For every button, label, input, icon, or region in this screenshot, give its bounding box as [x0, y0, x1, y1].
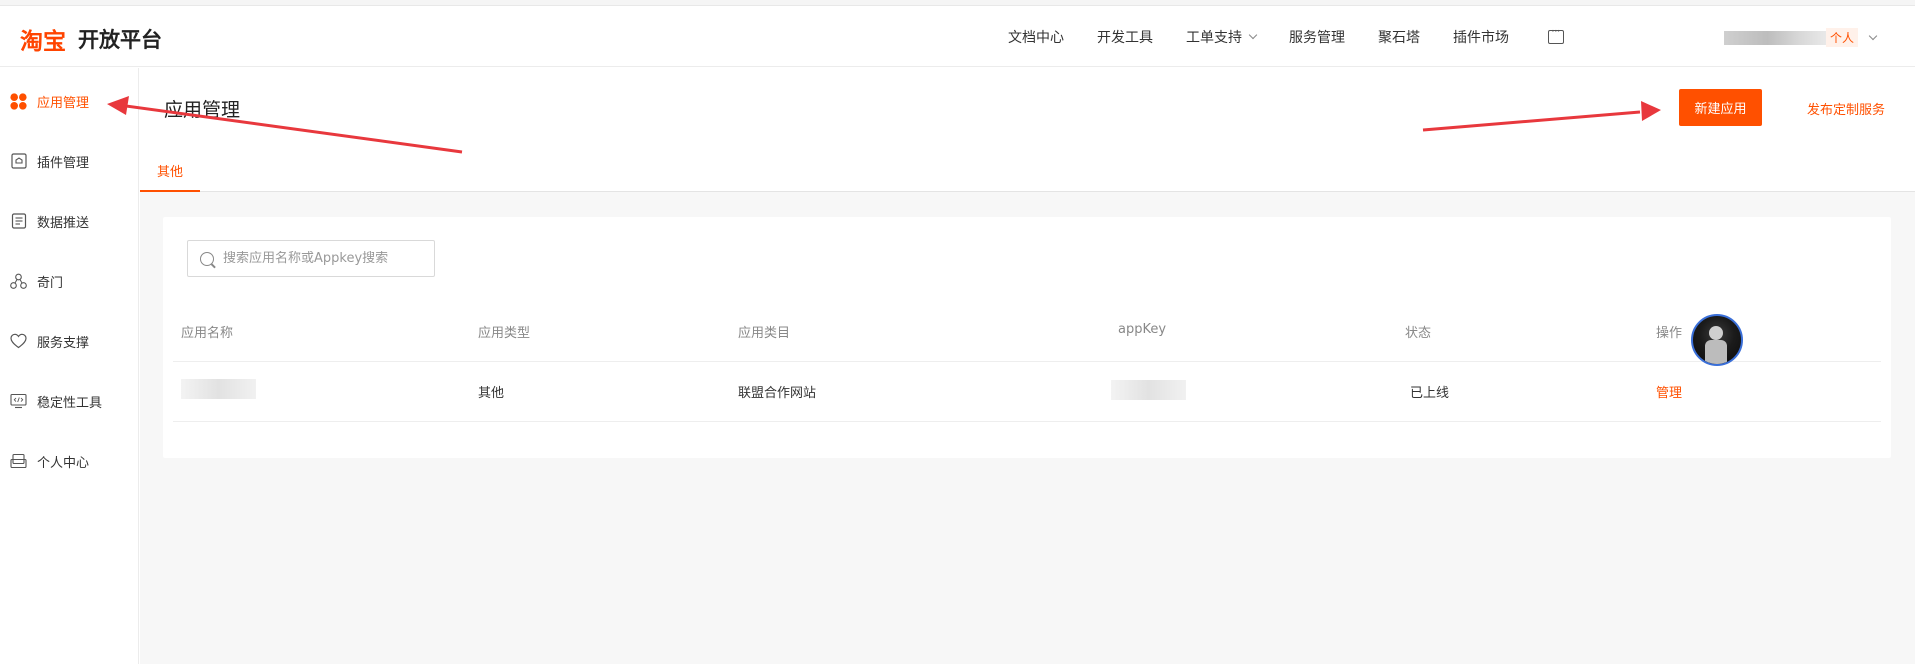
qimen-icon [10, 273, 27, 290]
sidebar-item-label: 数据推送 [37, 215, 90, 231]
nav-label: 聚石塔 [1378, 30, 1420, 46]
nav-plugin-market[interactable]: 插件市场 [1453, 27, 1509, 47]
sidebar-item-label: 奇门 [37, 275, 64, 291]
column-header-app-type: 应用类型 [478, 326, 531, 341]
search-icon [200, 251, 214, 266]
sidebar-item-qimen[interactable]: 奇门 [0, 266, 139, 296]
table-divider [173, 421, 1881, 422]
table-divider [173, 361, 1881, 362]
appkey-redacted [1111, 380, 1186, 400]
sidebar-item-plugin-management[interactable]: 插件管理 [0, 146, 139, 176]
message-icon[interactable] [1548, 24, 1564, 44]
cell-status: 已上线 [1410, 386, 1450, 401]
column-header-actions: 操作 [1656, 326, 1683, 341]
nav-label: 开发工具 [1097, 30, 1153, 46]
nav-label: 插件市场 [1453, 30, 1509, 46]
manage-link[interactable]: 管理 [1656, 382, 1682, 401]
new-app-button[interactable]: 新建应用 [1679, 89, 1762, 126]
column-header-app-category: 应用类目 [738, 326, 791, 341]
chevron-down-icon [1248, 30, 1258, 40]
tab-other[interactable]: 其他 [140, 159, 200, 192]
nav-label: 文档中心 [1008, 30, 1064, 46]
page-title: 应用管理 [164, 99, 241, 121]
nav-label: 服务管理 [1289, 30, 1345, 46]
sidebar-item-label: 个人中心 [37, 455, 90, 471]
nav-service-management[interactable]: 服务管理 [1289, 27, 1345, 47]
taobao-logo-mark: 淘宝 [20, 29, 66, 55]
sidebar-item-app-management[interactable]: 应用管理 [0, 86, 139, 116]
app-list-card: 应用名称 应用类型 应用类目 appKey 状态 操作 其他 联盟合作网站 已上… [163, 217, 1891, 458]
publish-custom-service-link[interactable]: 发布定制服务 [1807, 99, 1885, 118]
sidebar: 应用管理 插件管理 数据推送 奇门 服务支撑 稳定性工具 个人中心 [0, 68, 139, 664]
floating-avatar[interactable] [1691, 314, 1743, 366]
nav-dev-tools[interactable]: 开发工具 [1097, 27, 1153, 47]
nav-jushita[interactable]: 聚石塔 [1378, 27, 1420, 47]
sidebar-item-label: 应用管理 [37, 95, 90, 111]
cell-app-type: 其他 [478, 386, 505, 401]
logo[interactable]: 淘宝 开放平台 [20, 22, 162, 56]
account-type-badge: 个人 [1826, 28, 1859, 47]
sidebar-item-label: 插件管理 [37, 155, 90, 171]
sidebar-item-label: 稳定性工具 [37, 395, 103, 411]
column-header-status: 状态 [1405, 326, 1432, 341]
search-box[interactable] [187, 240, 435, 277]
chevron-down-icon [1868, 31, 1878, 40]
column-header-appkey: appKey [1118, 322, 1167, 337]
main-content: 应用管理 新建应用 发布定制服务 其他 应用名称 应用类型 应用类目 appKe… [140, 68, 1915, 664]
nav-docs[interactable]: 文档中心 [1008, 27, 1064, 47]
apps-icon [10, 92, 27, 110]
nav-label: 工单支持 [1186, 30, 1242, 46]
data-push-icon [10, 213, 27, 230]
cell-app-category: 联盟合作网站 [738, 386, 817, 401]
user-menu[interactable]: 个人 [1724, 28, 1878, 47]
top-nav: 文档中心 开发工具 工单支持 服务管理 聚石塔 插件市场 [1008, 24, 1564, 47]
tab-label: 其他 [156, 165, 183, 180]
plugin-icon [10, 153, 27, 170]
heart-icon [10, 333, 27, 350]
search-input[interactable] [223, 251, 423, 266]
nav-ticket-support[interactable]: 工单支持 [1186, 27, 1258, 47]
sidebar-item-stability-tools[interactable]: 稳定性工具 [0, 386, 139, 416]
column-header-app-name: 应用名称 [181, 326, 234, 341]
page-header: 应用管理 新建应用 发布定制服务 其他 [140, 68, 1915, 192]
platform-name: 开放平台 [78, 28, 162, 52]
sidebar-item-personal-center[interactable]: 个人中心 [0, 446, 139, 476]
code-monitor-icon [10, 393, 27, 410]
sidebar-item-label: 服务支撑 [37, 335, 90, 351]
personal-center-icon [10, 453, 27, 470]
sidebar-item-data-push[interactable]: 数据推送 [0, 206, 139, 236]
sidebar-item-service-support[interactable]: 服务支撑 [0, 326, 139, 356]
app-name-redacted [181, 379, 256, 399]
user-name-redacted [1724, 30, 1832, 45]
top-header: 淘宝 开放平台 文档中心 开发工具 工单支持 服务管理 聚石塔 插件市场 个人 [0, 6, 1915, 67]
